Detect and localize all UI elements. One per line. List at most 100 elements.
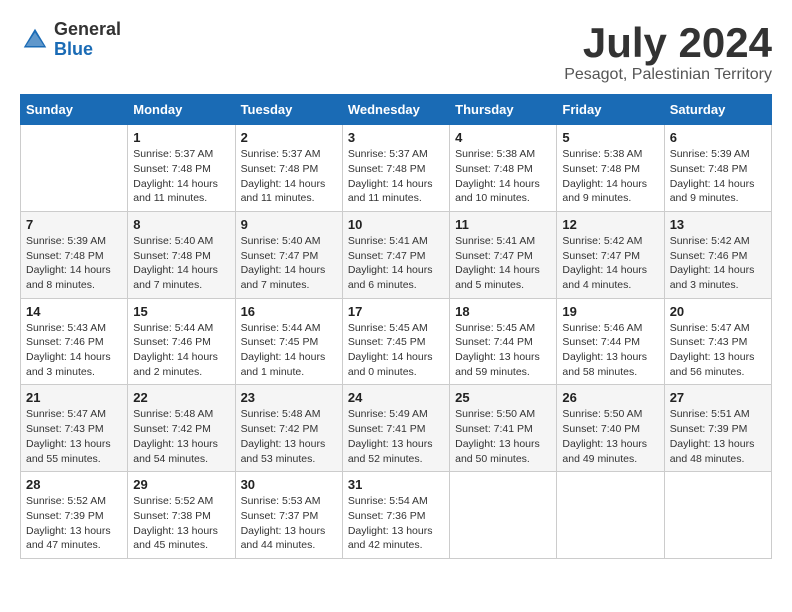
day-info: Sunrise: 5:41 AMSunset: 7:47 PMDaylight:… <box>455 234 551 293</box>
day-info: Sunrise: 5:49 AMSunset: 7:41 PMDaylight:… <box>348 407 444 466</box>
logo: General Blue <box>20 20 121 60</box>
day-info: Sunrise: 5:37 AMSunset: 7:48 PMDaylight:… <box>241 147 337 206</box>
day-number: 3 <box>348 130 444 145</box>
day-number: 25 <box>455 390 551 405</box>
day-number: 4 <box>455 130 551 145</box>
day-cell: 9Sunrise: 5:40 AMSunset: 7:47 PMDaylight… <box>235 211 342 298</box>
day-info: Sunrise: 5:47 AMSunset: 7:43 PMDaylight:… <box>26 407 122 466</box>
day-number: 31 <box>348 477 444 492</box>
day-number: 1 <box>133 130 229 145</box>
day-cell: 24 Sunrise: 5:49 AMSunset: 7:41 PMDayligh… <box>342 385 449 472</box>
day-number: 11 <box>455 217 551 232</box>
weekday-thursday: Thursday <box>450 95 557 125</box>
logo-blue: Blue <box>54 40 121 60</box>
day-cell: 18 Sunrise: 5:45 AMSunset: 7:44 PMDayligh… <box>450 298 557 385</box>
logo-general: General <box>54 20 121 40</box>
day-cell: 4 Sunrise: 5:38 AMSunset: 7:48 PMDaylight… <box>450 125 557 212</box>
day-info: Sunrise: 5:39 AMSunset: 7:48 PMDaylight:… <box>670 147 766 206</box>
day-cell: 8Sunrise: 5:40 AMSunset: 7:48 PMDaylight… <box>128 211 235 298</box>
weekday-monday: Monday <box>128 95 235 125</box>
day-cell <box>557 472 664 559</box>
day-info: Sunrise: 5:47 AMSunset: 7:43 PMDaylight:… <box>670 321 766 380</box>
day-info: Sunrise: 5:50 AMSunset: 7:41 PMDaylight:… <box>455 407 551 466</box>
day-info: Sunrise: 5:37 AMSunset: 7:48 PMDaylight:… <box>133 147 229 206</box>
day-cell <box>664 472 771 559</box>
day-info: Sunrise: 5:44 AMSunset: 7:46 PMDaylight:… <box>133 321 229 380</box>
day-info: Sunrise: 5:38 AMSunset: 7:48 PMDaylight:… <box>562 147 658 206</box>
page-header: General Blue July 2024 Pesagot, Palestin… <box>20 20 772 84</box>
day-info: Sunrise: 5:40 AMSunset: 7:48 PMDaylight:… <box>133 234 229 293</box>
week-row-5: 28 Sunrise: 5:52 AMSunset: 7:39 PMDayligh… <box>21 472 772 559</box>
logo-text: General Blue <box>54 20 121 60</box>
day-number: 26 <box>562 390 658 405</box>
month-title: July 2024 <box>564 20 772 66</box>
weekday-header-row: SundayMondayTuesdayWednesdayThursdayFrid… <box>21 95 772 125</box>
day-info: Sunrise: 5:46 AMSunset: 7:44 PMDaylight:… <box>562 321 658 380</box>
day-cell: 11 Sunrise: 5:41 AMSunset: 7:47 PMDayligh… <box>450 211 557 298</box>
day-cell: 7 Sunrise: 5:39 AMSunset: 7:48 PMDaylight… <box>21 211 128 298</box>
day-number: 30 <box>241 477 337 492</box>
day-number: 2 <box>241 130 337 145</box>
day-cell: 21 Sunrise: 5:47 AMSunset: 7:43 PMDayligh… <box>21 385 128 472</box>
day-number: 17 <box>348 304 444 319</box>
weekday-tuesday: Tuesday <box>235 95 342 125</box>
day-info: Sunrise: 5:38 AMSunset: 7:48 PMDaylight:… <box>455 147 551 206</box>
day-number: 18 <box>455 304 551 319</box>
day-number: 10 <box>348 217 444 232</box>
day-number: 27 <box>670 390 766 405</box>
week-row-4: 21 Sunrise: 5:47 AMSunset: 7:43 PMDayligh… <box>21 385 772 472</box>
day-info: Sunrise: 5:41 AMSunset: 7:47 PMDaylight:… <box>348 234 444 293</box>
day-number: 24 <box>348 390 444 405</box>
day-cell <box>21 125 128 212</box>
day-number: 29 <box>133 477 229 492</box>
day-cell: 17 Sunrise: 5:45 AMSunset: 7:45 PMDayligh… <box>342 298 449 385</box>
day-cell: 3 Sunrise: 5:37 AMSunset: 7:48 PMDaylight… <box>342 125 449 212</box>
day-cell: 29 Sunrise: 5:52 AMSunset: 7:38 PMDayligh… <box>128 472 235 559</box>
week-row-1: 1 Sunrise: 5:37 AMSunset: 7:48 PMDaylight… <box>21 125 772 212</box>
weekday-sunday: Sunday <box>21 95 128 125</box>
day-number: 19 <box>562 304 658 319</box>
day-cell: 2 Sunrise: 5:37 AMSunset: 7:48 PMDaylight… <box>235 125 342 212</box>
day-number: 15 <box>133 304 229 319</box>
day-cell: 10 Sunrise: 5:41 AMSunset: 7:47 PMDayligh… <box>342 211 449 298</box>
day-info: Sunrise: 5:52 AMSunset: 7:38 PMDaylight:… <box>133 494 229 553</box>
day-info: Sunrise: 5:37 AMSunset: 7:48 PMDaylight:… <box>348 147 444 206</box>
day-number: 7 <box>26 217 122 232</box>
day-cell: 23 Sunrise: 5:48 AMSunset: 7:42 PMDayligh… <box>235 385 342 472</box>
day-info: Sunrise: 5:44 AMSunset: 7:45 PMDaylight:… <box>241 321 337 380</box>
calendar-table: SundayMondayTuesdayWednesdayThursdayFrid… <box>20 94 772 559</box>
day-number: 28 <box>26 477 122 492</box>
day-info: Sunrise: 5:48 AMSunset: 7:42 PMDaylight:… <box>241 407 337 466</box>
day-info: Sunrise: 5:43 AMSunset: 7:46 PMDaylight:… <box>26 321 122 380</box>
day-info: Sunrise: 5:52 AMSunset: 7:39 PMDaylight:… <box>26 494 122 553</box>
logo-icon <box>20 25 50 55</box>
day-number: 12 <box>562 217 658 232</box>
day-cell: 25 Sunrise: 5:50 AMSunset: 7:41 PMDayligh… <box>450 385 557 472</box>
day-info: Sunrise: 5:39 AMSunset: 7:48 PMDaylight:… <box>26 234 122 293</box>
day-number: 13 <box>670 217 766 232</box>
day-cell: 28 Sunrise: 5:52 AMSunset: 7:39 PMDayligh… <box>21 472 128 559</box>
day-number: 6 <box>670 130 766 145</box>
day-info: Sunrise: 5:45 AMSunset: 7:45 PMDaylight:… <box>348 321 444 380</box>
day-cell: 12 Sunrise: 5:42 AMSunset: 7:47 PMDayligh… <box>557 211 664 298</box>
day-info: Sunrise: 5:45 AMSunset: 7:44 PMDaylight:… <box>455 321 551 380</box>
day-cell: 1 Sunrise: 5:37 AMSunset: 7:48 PMDaylight… <box>128 125 235 212</box>
day-cell: 22Sunrise: 5:48 AMSunset: 7:42 PMDayligh… <box>128 385 235 472</box>
week-row-2: 7 Sunrise: 5:39 AMSunset: 7:48 PMDaylight… <box>21 211 772 298</box>
day-number: 14 <box>26 304 122 319</box>
day-cell: 31Sunrise: 5:54 AMSunset: 7:36 PMDayligh… <box>342 472 449 559</box>
day-info: Sunrise: 5:40 AMSunset: 7:47 PMDaylight:… <box>241 234 337 293</box>
day-info: Sunrise: 5:42 AMSunset: 7:47 PMDaylight:… <box>562 234 658 293</box>
day-cell: 20Sunrise: 5:47 AMSunset: 7:43 PMDayligh… <box>664 298 771 385</box>
day-cell: 6 Sunrise: 5:39 AMSunset: 7:48 PMDaylight… <box>664 125 771 212</box>
day-cell <box>450 472 557 559</box>
day-info: Sunrise: 5:51 AMSunset: 7:39 PMDaylight:… <box>670 407 766 466</box>
day-cell: 19 Sunrise: 5:46 AMSunset: 7:44 PMDayligh… <box>557 298 664 385</box>
title-block: July 2024 Pesagot, Palestinian Territory <box>564 20 772 84</box>
location: Pesagot, Palestinian Territory <box>564 66 772 84</box>
day-info: Sunrise: 5:50 AMSunset: 7:40 PMDaylight:… <box>562 407 658 466</box>
day-number: 5 <box>562 130 658 145</box>
day-number: 21 <box>26 390 122 405</box>
weekday-wednesday: Wednesday <box>342 95 449 125</box>
day-number: 23 <box>241 390 337 405</box>
